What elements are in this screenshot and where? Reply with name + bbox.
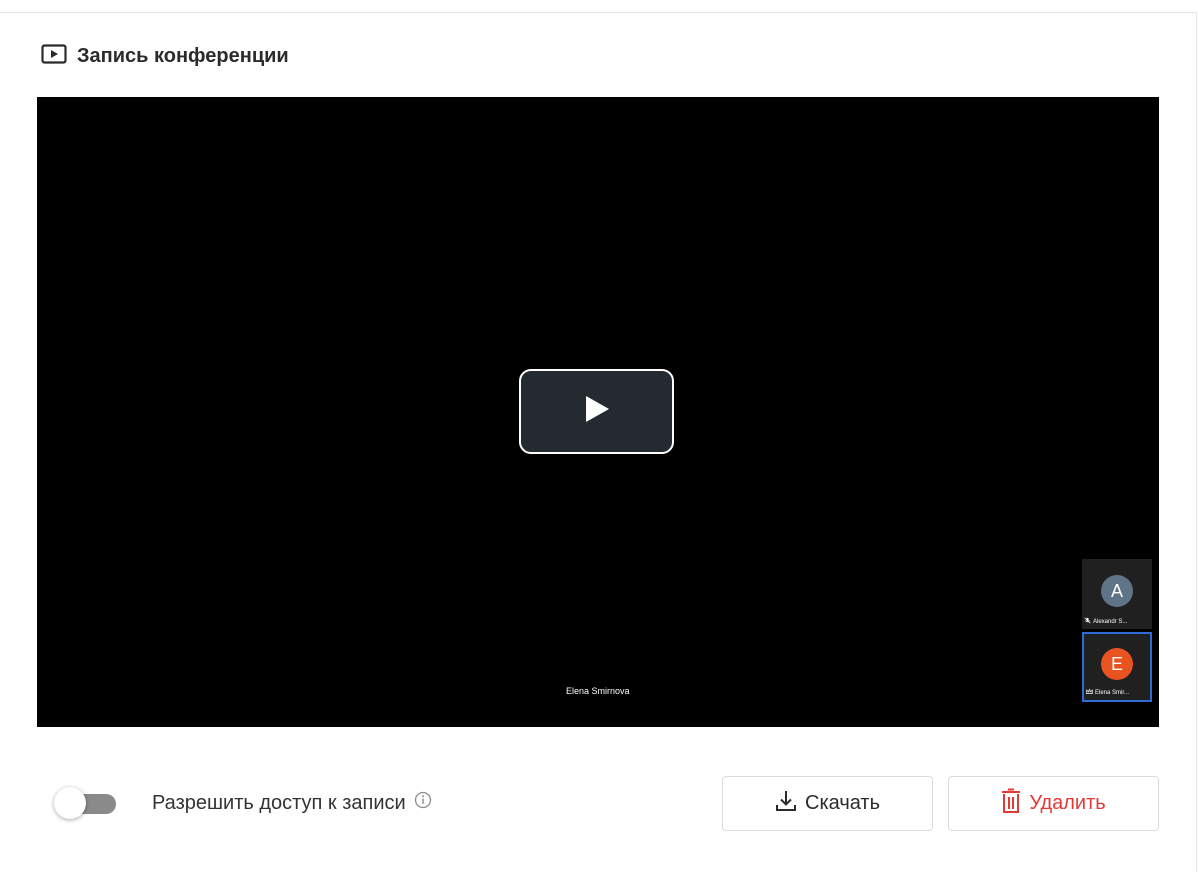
play-icon: [583, 394, 611, 429]
participant-name: Alexandr S...: [1093, 618, 1128, 625]
trash-icon: [1001, 788, 1021, 820]
play-button[interactable]: [519, 369, 674, 454]
access-toggle-label: Разрешить доступ к записи: [152, 791, 406, 814]
participant-tile[interactable]: A Alexandr S...: [1082, 559, 1152, 629]
play-rectangle-icon: [41, 44, 67, 69]
access-toggle-label-row: Разрешить доступ к записи: [152, 791, 432, 815]
avatar: E: [1101, 648, 1133, 680]
speaker-name-label: Elena Smirnova: [558, 683, 638, 699]
participant-name: Elena Smir...: [1095, 689, 1130, 696]
delete-button[interactable]: Удалить: [948, 776, 1159, 831]
info-icon[interactable]: [414, 791, 432, 815]
download-label: Скачать: [805, 792, 880, 814]
crown-icon: [1086, 688, 1093, 697]
mic-off-icon: [1084, 617, 1091, 626]
participant-name-row: Alexandr S...: [1084, 617, 1150, 626]
participant-name-row: Elena Smir...: [1086, 688, 1148, 697]
participant-tile-active[interactable]: E Elena Smir...: [1082, 632, 1152, 702]
access-toggle[interactable]: [52, 787, 118, 821]
avatar: A: [1101, 575, 1133, 607]
video-player[interactable]: Elena Smirnova A Alexandr S... E Elena S…: [37, 97, 1159, 727]
section-title: Запись конференции: [77, 45, 289, 67]
download-button[interactable]: Скачать: [722, 776, 933, 831]
delete-label: Удалить: [1029, 792, 1106, 814]
section-header: Запись конференции: [41, 44, 289, 69]
toggle-knob: [54, 787, 86, 819]
download-icon: [775, 789, 797, 819]
